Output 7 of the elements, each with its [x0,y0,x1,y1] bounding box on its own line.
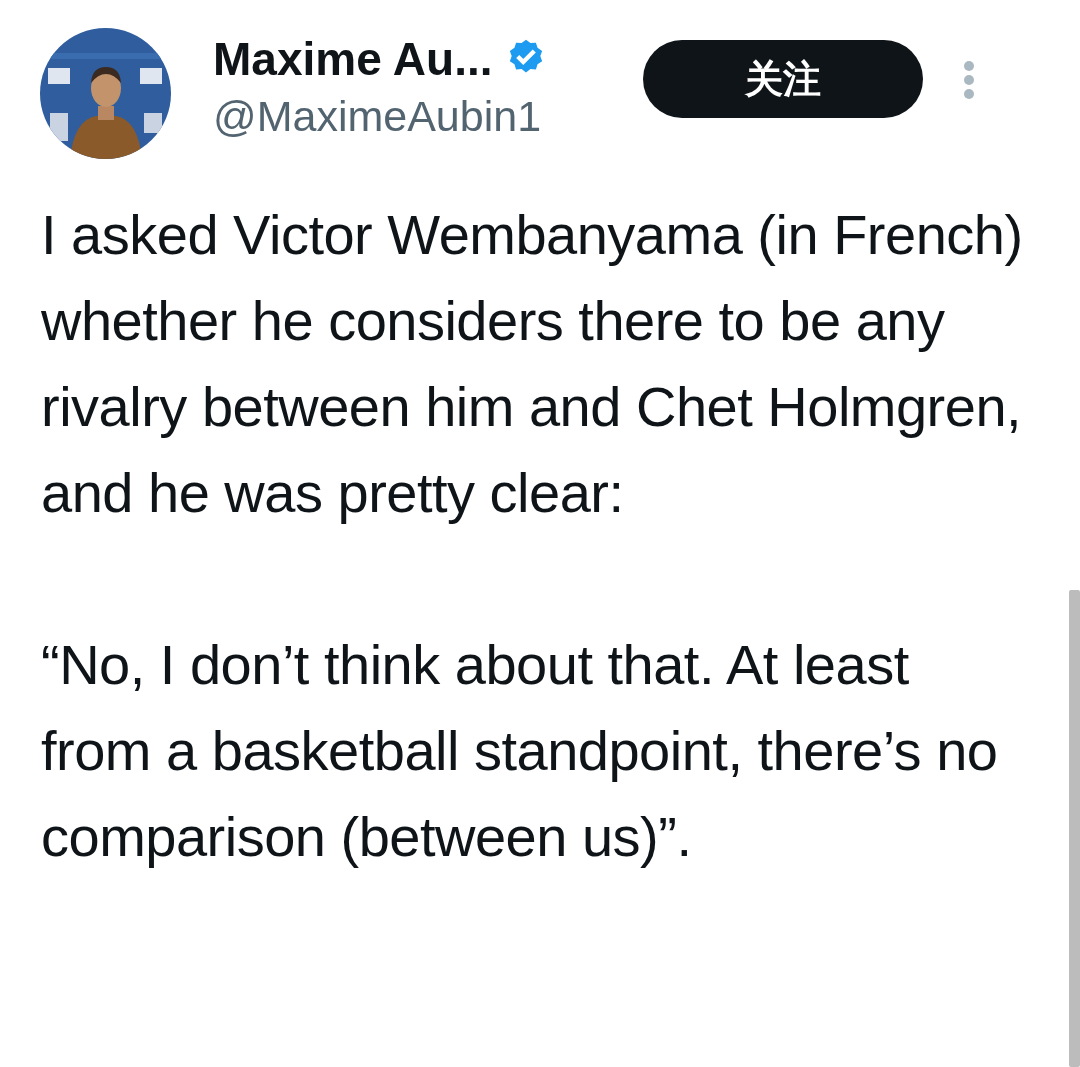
tweet-text: “No, I don’t think about that. At least from a basketball standpoint, there’s no comparison (between us)”. [41,632,999,870]
more-icon[interactable] [963,60,975,100]
author-handle[interactable]: @MaximeAubin1 [213,88,643,144]
author-name[interactable]: Maxime Au... [213,32,493,86]
scrollbar[interactable] [1069,590,1080,1067]
follow-button[interactable]: 关注 [643,40,923,118]
tweet-text: I asked Victor Wembanyama (in French) whether he considers there to be any rivalry between him and Chet Holmgren, and he was pretty clear: [41,202,1024,526]
